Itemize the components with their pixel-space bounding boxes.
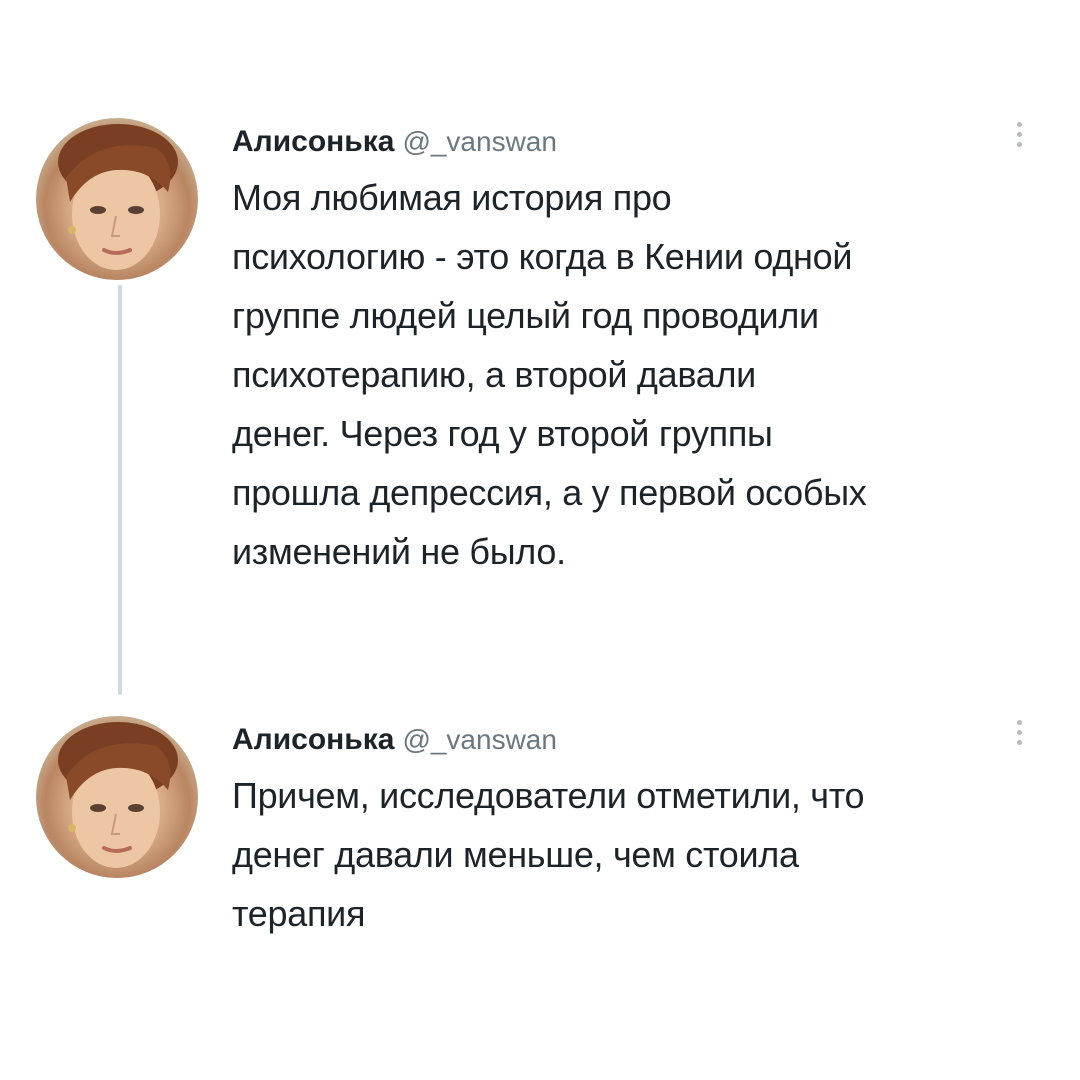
avatar-portrait xyxy=(58,124,178,270)
author-handle[interactable]: @_vanswan xyxy=(402,724,557,755)
avatar[interactable] xyxy=(36,716,198,878)
tweet-text: Причем, исследователи отметили, что дене… xyxy=(232,775,865,934)
avatar-portrait xyxy=(58,722,178,868)
tweet-header: Алисонька @_vanswan xyxy=(232,124,557,160)
thread-connector-line xyxy=(118,285,122,695)
tweet-header: Алисонька @_vanswan xyxy=(232,722,557,758)
author-handle[interactable]: @_vanswan xyxy=(402,126,557,157)
author-name[interactable]: Алисонька xyxy=(232,125,394,158)
more-vertical-icon[interactable] xyxy=(1012,118,1026,158)
avatar[interactable] xyxy=(36,118,198,280)
author-name[interactable]: Алисонька xyxy=(232,723,394,756)
tweet-text: Моя любимая история про психологию - это… xyxy=(232,177,867,572)
more-vertical-icon[interactable] xyxy=(1012,716,1026,756)
